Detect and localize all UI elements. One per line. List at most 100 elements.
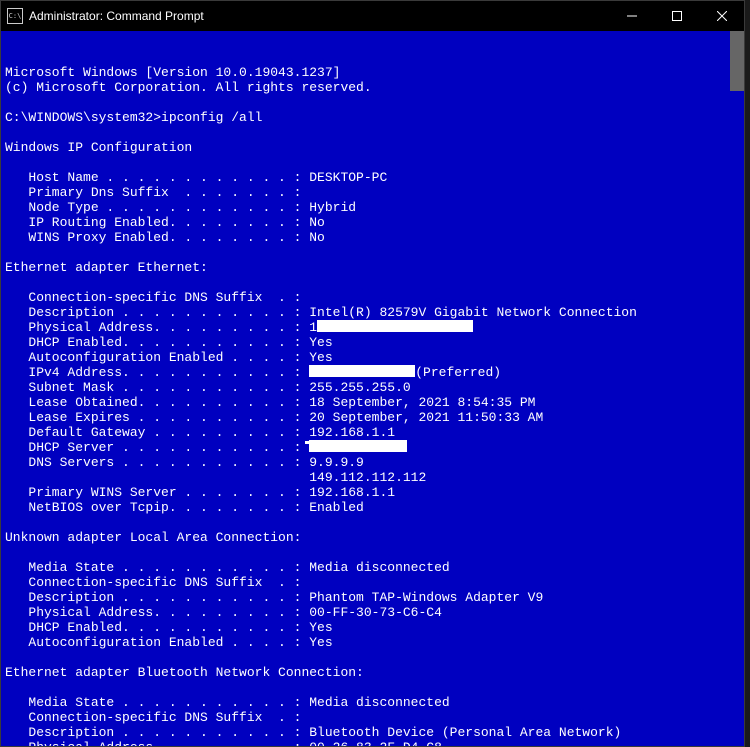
prompt: C:\WINDOWS\system32>: [5, 110, 161, 125]
command-text: ipconfig /all: [161, 110, 262, 125]
kv-label: Subnet Mask . . . . . . . . . . . :: [5, 380, 309, 395]
kv-label: Physical Address. . . . . . . . . :: [5, 740, 309, 746]
kv-label: IPv4 Address. . . . . . . . . . . :: [5, 365, 309, 380]
kv-value: Media disconnected: [309, 695, 449, 710]
kv-row: Subnet Mask . . . . . . . . . . . : 255.…: [5, 380, 411, 395]
kv-value: 255.255.255.0: [309, 380, 410, 395]
kv-value: 00-FF-30-73-C6-C4: [309, 605, 442, 620]
copyright-line: (c) Microsoft Corporation. All rights re…: [5, 80, 372, 95]
kv-value: (Preferred): [415, 365, 501, 380]
kv-label: Lease Obtained. . . . . . . . . . :: [5, 395, 309, 410]
kv-row: 149.112.112.112: [5, 470, 426, 485]
kv-row: Autoconfiguration Enabled . . . . : Yes: [5, 635, 333, 650]
kv-label: Description . . . . . . . . . . . :: [5, 725, 309, 740]
kv-value: 00-26-83-2F-D4-C8: [309, 740, 442, 746]
kv-label: DNS Servers . . . . . . . . . . . :: [5, 455, 309, 470]
kv-row: DHCP Enabled. . . . . . . . . . . : Yes: [5, 335, 333, 350]
kv-label: Media State . . . . . . . . . . . :: [5, 560, 309, 575]
kv-label: Physical Address. . . . . . . . . :: [5, 320, 309, 335]
kv-label: Connection-specific DNS Suffix . :: [5, 575, 301, 590]
section-header: Unknown adapter Local Area Connection:: [5, 530, 301, 545]
kv-label: Media State . . . . . . . . . . . :: [5, 695, 309, 710]
section-header: Windows IP Configuration: [5, 140, 192, 155]
kv-value: No: [309, 215, 325, 230]
kv-row: Description . . . . . . . . . . . : Inte…: [5, 305, 637, 320]
kv-label: Description . . . . . . . . . . . :: [5, 590, 309, 605]
kv-value: Phantom TAP-Windows Adapter V9: [309, 590, 543, 605]
banner-line: Microsoft Windows [Version 10.0.19043.12…: [5, 65, 340, 80]
kv-row: Media State . . . . . . . . . . . : Medi…: [5, 695, 450, 710]
kv-row: Connection-specific DNS Suffix . :: [5, 290, 301, 305]
section-header: Ethernet adapter Ethernet:: [5, 260, 208, 275]
kv-row: IPv4 Address. . . . . . . . . . . : (Pre…: [5, 365, 501, 380]
kv-value: DESKTOP-PC: [309, 170, 387, 185]
kv-label: NetBIOS over Tcpip. . . . . . . . :: [5, 500, 309, 515]
kv-label: Node Type . . . . . . . . . . . . :: [5, 200, 309, 215]
kv-value: Intel(R) 82579V Gigabit Network Connecti…: [309, 305, 637, 320]
kv-row: Primary Dns Suffix . . . . . . . :: [5, 185, 301, 200]
kv-row: NetBIOS over Tcpip. . . . . . . . : Enab…: [5, 500, 364, 515]
kv-row: Default Gateway . . . . . . . . . : 192.…: [5, 425, 485, 440]
kv-label: WINS Proxy Enabled. . . . . . . . :: [5, 230, 309, 245]
titlebar[interactable]: C:\ Administrator: Command Prompt: [1, 1, 744, 31]
kv-row: Lease Obtained. . . . . . . . . . : 18 S…: [5, 395, 536, 410]
cmd-window: C:\ Administrator: Command Prompt Micros…: [0, 0, 745, 747]
kv-label: DHCP Server . . . . . . . . . . . :: [5, 440, 309, 455]
scrollbar[interactable]: [730, 31, 744, 91]
kv-row: IP Routing Enabled. . . . . . . . : No: [5, 215, 325, 230]
kv-value: 9.9.9.9: [309, 455, 364, 470]
kv-label: Description . . . . . . . . . . . :: [5, 305, 309, 320]
kv-row: Autoconfiguration Enabled . . . . : Yes: [5, 350, 333, 365]
kv-value: Yes: [309, 635, 332, 650]
kv-label: Autoconfiguration Enabled . . . . :: [5, 635, 309, 650]
kv-value: 1: [309, 320, 317, 335]
kv-label: IP Routing Enabled. . . . . . . . :: [5, 215, 309, 230]
kv-value: Yes: [309, 620, 332, 635]
kv-row: DHCP Enabled. . . . . . . . . . . : Yes: [5, 620, 333, 635]
redacted-physical-address: [317, 320, 473, 332]
kv-row: DNS Servers . . . . . . . . . . . : 9.9.…: [5, 455, 364, 470]
close-button[interactable]: [699, 1, 744, 31]
kv-row: WINS Proxy Enabled. . . . . . . . : No: [5, 230, 325, 245]
maximize-button[interactable]: [654, 1, 699, 31]
kv-row: Physical Address. . . . . . . . . : 1: [5, 320, 473, 335]
prompt-line: C:\WINDOWS\system32>ipconfig /all: [5, 110, 262, 125]
kv-label: Default Gateway . . . . . . . . . :: [5, 425, 309, 440]
kv-row: Host Name . . . . . . . . . . . . : DESK…: [5, 170, 387, 185]
minimize-button[interactable]: [609, 1, 654, 31]
kv-label: Connection-specific DNS Suffix . :: [5, 290, 301, 305]
kv-value: 192.168.1.1: [309, 425, 395, 440]
terminal-output[interactable]: Microsoft Windows [Version 10.0.19043.12…: [1, 31, 744, 746]
kv-value: 20 September, 2021 11:50:33 AM: [309, 410, 543, 425]
kv-value: Yes: [309, 335, 332, 350]
kv-value: 192.168.1.1: [309, 485, 395, 500]
kv-row: Connection-specific DNS Suffix . :: [5, 710, 301, 725]
kv-label: Lease Expires . . . . . . . . . . :: [5, 410, 309, 425]
kv-value: 18 September, 2021 8:54:35 PM: [309, 395, 535, 410]
kv-label: Primary Dns Suffix . . . . . . . :: [5, 185, 301, 200]
kv-label: DHCP Enabled. . . . . . . . . . . :: [5, 335, 309, 350]
kv-value: Enabled: [309, 500, 364, 515]
kv-value: No: [309, 230, 325, 245]
kv-row: Description . . . . . . . . . . . : Phan…: [5, 590, 543, 605]
kv-row: Connection-specific DNS Suffix . :: [5, 575, 301, 590]
kv-value: Yes: [309, 350, 332, 365]
kv-row: Lease Expires . . . . . . . . . . : 20 S…: [5, 410, 543, 425]
kv-label: Physical Address. . . . . . . . . :: [5, 605, 309, 620]
kv-value: Media disconnected: [309, 560, 449, 575]
cmd-icon: C:\: [7, 8, 23, 24]
kv-label: Connection-specific DNS Suffix . :: [5, 710, 301, 725]
kv-row: Media State . . . . . . . . . . . : Medi…: [5, 560, 450, 575]
redacted-ipv4: [309, 365, 415, 377]
section-header: Ethernet adapter Bluetooth Network Conne…: [5, 665, 364, 680]
kv-row: Node Type . . . . . . . . . . . . : Hybr…: [5, 200, 356, 215]
kv-row: Physical Address. . . . . . . . . : 00-2…: [5, 740, 442, 746]
kv-row: Description . . . . . . . . . . . : Blue…: [5, 725, 621, 740]
kv-label: Primary WINS Server . . . . . . . :: [5, 485, 309, 500]
window-title: Administrator: Command Prompt: [29, 9, 609, 23]
kv-label: Autoconfiguration Enabled . . . . :: [5, 350, 309, 365]
kv-label: DHCP Enabled. . . . . . . . . . . :: [5, 620, 309, 635]
kv-row: Physical Address. . . . . . . . . : 00-F…: [5, 605, 442, 620]
kv-value: Bluetooth Device (Personal Area Network): [309, 725, 621, 740]
kv-row: Primary WINS Server . . . . . . . : 192.…: [5, 485, 395, 500]
